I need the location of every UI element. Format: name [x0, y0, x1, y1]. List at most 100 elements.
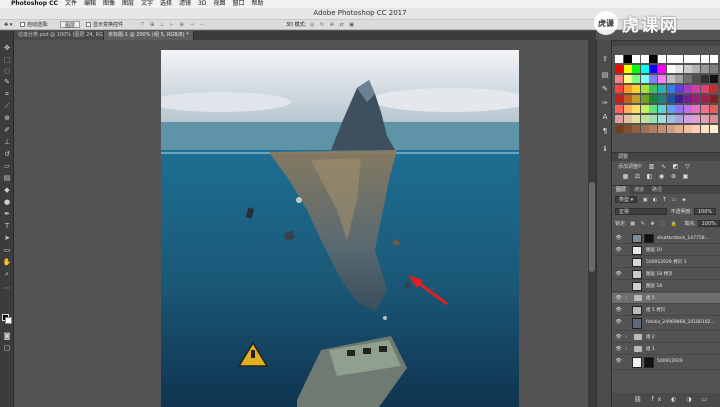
color-swatch[interactable]	[623, 95, 632, 103]
photo-filter-icon[interactable]: ◉	[658, 173, 665, 180]
black-white-icon[interactable]: ◧	[646, 173, 653, 180]
swatches-grid[interactable]	[615, 47, 720, 149]
layer-row[interactable]: 👁 500912929	[612, 356, 720, 370]
layer-row-selected[interactable]: 👁 › 组 5	[612, 293, 720, 304]
more-tools-icon[interactable]: ⋯	[2, 283, 12, 293]
color-swatch[interactable]	[683, 125, 692, 133]
color-swatch[interactable]	[640, 95, 649, 103]
color-swatch[interactable]	[692, 115, 701, 123]
stamp-tool-icon[interactable]: ⊥	[2, 137, 12, 147]
paragraph-panel-icon[interactable]: ¶	[600, 126, 610, 136]
color-swatch[interactable]	[675, 55, 684, 63]
color-swatch[interactable]	[683, 105, 692, 113]
color-swatch[interactable]	[709, 95, 718, 103]
color-swatch[interactable]	[692, 75, 701, 83]
color-swatch[interactable]	[632, 65, 641, 73]
color-swatch[interactable]	[692, 95, 701, 103]
color-swatch[interactable]	[649, 75, 658, 83]
color-swatch[interactable]	[632, 95, 641, 103]
visibility-eye-icon[interactable]: 👁	[615, 307, 622, 314]
color-swatch[interactable]	[675, 125, 684, 133]
color-swatch[interactable]	[692, 125, 701, 133]
color-swatch[interactable]	[658, 55, 666, 63]
color-swatch[interactable]	[683, 65, 692, 73]
color-swatch[interactable]	[666, 95, 675, 103]
scrollbar-thumb[interactable]	[589, 182, 595, 272]
color-swatch[interactable]	[675, 85, 684, 93]
pen-tool-icon[interactable]: ✒	[2, 209, 12, 219]
color-swatch[interactable]	[615, 115, 623, 123]
marquee-tool-icon[interactable]: ⬚	[2, 55, 12, 65]
color-swatch[interactable]	[649, 65, 658, 73]
canvas-area[interactable]	[15, 40, 596, 407]
menu-item-file[interactable]: 文件	[65, 0, 77, 8]
layer-filter-dropdown[interactable]: 类型 ▾	[615, 196, 638, 203]
color-swatch[interactable]	[675, 95, 684, 103]
shape-tool-icon[interactable]: ▭	[2, 245, 12, 255]
menu-item-layer[interactable]: 图层	[122, 0, 134, 8]
channel-mixer-icon[interactable]: ⊛	[670, 173, 677, 180]
layer-row[interactable]: 👁 › 组 2	[612, 332, 720, 343]
lock-icons[interactable]: ▩ ✎ ✥ ⬚ 🔒	[630, 221, 678, 227]
color-lookup-icon[interactable]: ▣	[682, 173, 689, 180]
color-swatch[interactable]	[632, 55, 641, 63]
color-swatch[interactable]	[658, 75, 666, 83]
blend-mode-dropdown[interactable]: 正常	[615, 208, 667, 215]
history-brush-icon[interactable]: ↺	[2, 149, 12, 159]
levels-icon[interactable]: ▥	[648, 163, 655, 170]
color-swatch[interactable]	[683, 55, 692, 63]
visibility-eye-icon[interactable]: 👁	[615, 247, 622, 254]
history-panel-icon[interactable]: ⇧	[600, 54, 610, 64]
align-icons[interactable]: ⊤ ⊞ ⊥ ⊢ ⊕ ⊣ ⋯	[140, 21, 206, 29]
quick-mask-icon[interactable]: ◙	[2, 331, 12, 341]
color-swatch[interactable]	[701, 115, 709, 123]
screen-mode-icon[interactable]: ▢	[2, 343, 12, 353]
character-panel-icon[interactable]: A	[600, 112, 610, 122]
quick-select-tool-icon[interactable]: ✎	[2, 77, 12, 87]
color-swatch[interactable]	[623, 85, 632, 93]
tab-layers[interactable]: 图层	[612, 186, 631, 194]
color-swatch[interactable]	[666, 65, 675, 73]
type-tool-icon[interactable]: T	[2, 221, 12, 231]
color-swatch[interactable]	[709, 65, 718, 73]
color-swatch[interactable]	[701, 95, 709, 103]
group-expand-chevron-icon[interactable]: ›	[625, 334, 627, 340]
color-swatch[interactable]	[701, 65, 709, 73]
visibility-eye-icon[interactable]: 👁	[615, 334, 622, 341]
color-swatch[interactable]	[640, 75, 649, 83]
color-swatch[interactable]	[666, 55, 675, 63]
color-swatch[interactable]	[658, 105, 666, 113]
eraser-tool-icon[interactable]: ▱	[2, 161, 12, 171]
group-expand-chevron-icon[interactable]: ›	[625, 295, 627, 301]
color-swatch[interactable]	[623, 105, 632, 113]
color-swatch[interactable]	[658, 115, 666, 123]
crop-tool-icon[interactable]: ⌗	[2, 89, 12, 99]
color-swatch[interactable]	[649, 105, 658, 113]
menu-item-edit[interactable]: 编辑	[84, 0, 96, 8]
color-swatch[interactable]	[615, 55, 623, 63]
color-swatch[interactable]	[623, 65, 632, 73]
tab-document-2[interactable]: 未标题-1 @ 200% (组 5, RGB/8) *	[104, 31, 194, 40]
color-swatch[interactable]	[615, 125, 623, 133]
color-swatch[interactable]	[675, 75, 684, 83]
3d-mode-icons[interactable]: ◎ ↻ ✣ ⇄ ▣	[310, 21, 356, 29]
curves-icon[interactable]: ∿	[660, 163, 667, 170]
color-swatch[interactable]	[640, 105, 649, 113]
visibility-eye-icon[interactable]	[615, 283, 622, 290]
opacity-field[interactable]: 100%	[693, 208, 717, 215]
layer-row[interactable]: 👁 图层 10	[612, 245, 720, 256]
tab-document-1[interactable]: 垃圾分类.psd @ 100% (图层 24, RGB/8)	[14, 31, 104, 40]
layer-row[interactable]: 👁 fotolia_24969868_20180102...	[612, 317, 720, 331]
color-swatch[interactable]	[692, 55, 701, 63]
move-tool-icon[interactable]: ✥	[2, 43, 12, 53]
color-swatch[interactable]	[615, 65, 623, 73]
color-swatch[interactable]	[623, 75, 632, 83]
visibility-eye-icon[interactable]: 👁	[615, 346, 622, 353]
color-swatch[interactable]	[658, 125, 666, 133]
color-swatch[interactable]	[709, 105, 718, 113]
canvas-vertical-scrollbar[interactable]	[588, 40, 596, 407]
color-swatch[interactable]	[692, 105, 701, 113]
brush-panel-icon[interactable]: ✎	[600, 84, 610, 94]
color-swatch[interactable]	[640, 115, 649, 123]
visibility-eye-icon[interactable]: 👁	[615, 319, 622, 326]
